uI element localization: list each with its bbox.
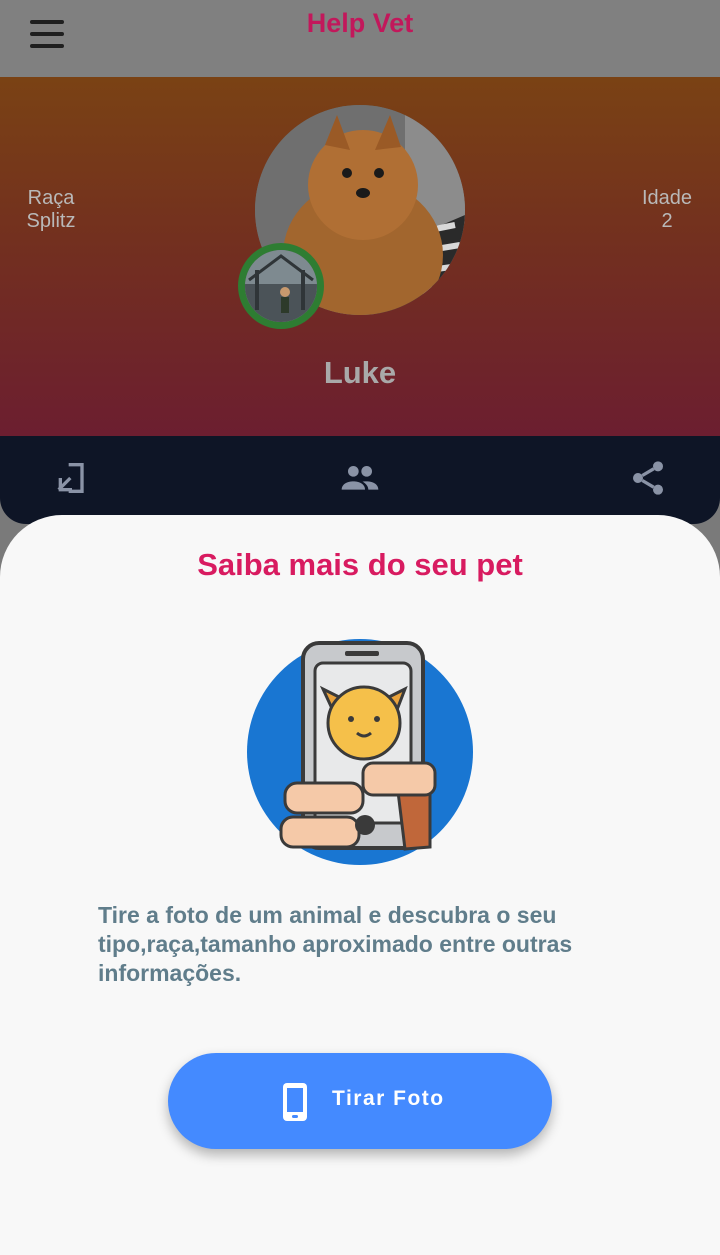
owner-avatar[interactable] <box>238 243 324 329</box>
login-icon[interactable] <box>52 458 92 498</box>
sheet-title: Saiba mais do seu pet <box>197 547 523 582</box>
profile-header: Raça Splitz Idade 2 Luke <box>0 77 720 436</box>
sheet-description: Tire a foto de um animal e descubra o se… <box>98 902 573 986</box>
pet-name: Luke <box>323 355 397 390</box>
breed-label: Raça <box>27 187 75 209</box>
smartphone-icon <box>281 1082 309 1122</box>
phone-scan-illustration <box>245 637 475 867</box>
info-sheet: Saiba mais do seu pet Tire a foto de um … <box>0 515 720 1255</box>
age-stat: Idade 2 <box>636 187 698 233</box>
app-bar: Help Vet <box>0 0 720 77</box>
share-icon[interactable] <box>628 458 668 498</box>
take-photo-button[interactable]: Tirar Foto <box>168 1053 552 1149</box>
group-icon[interactable] <box>340 458 380 498</box>
take-photo-label: Tirar Foto <box>332 1087 445 1110</box>
app-title: Help Vet <box>306 8 414 38</box>
breed-stat: Raça Splitz <box>20 187 82 233</box>
breed-value: Splitz <box>26 210 76 232</box>
age-value: 2 <box>661 210 673 232</box>
action-bar <box>0 436 720 524</box>
age-label: Idade <box>641 187 693 209</box>
